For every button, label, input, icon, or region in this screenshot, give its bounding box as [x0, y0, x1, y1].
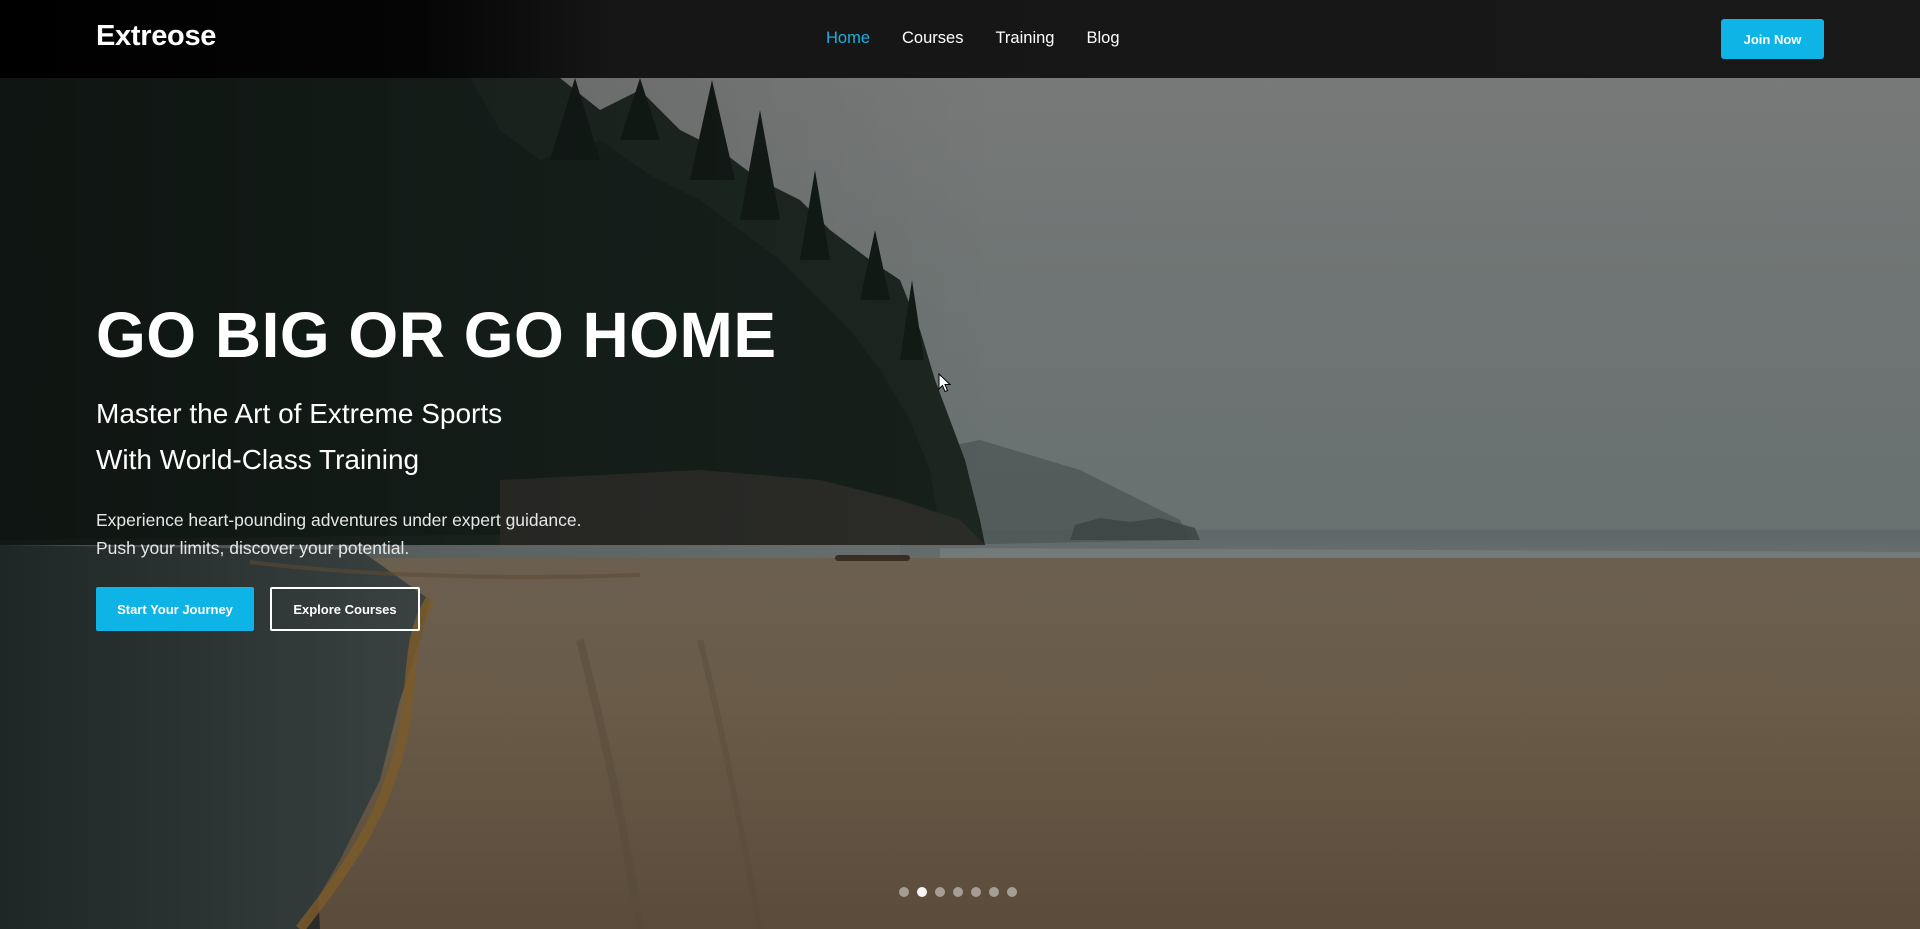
slider-dots	[899, 887, 1017, 897]
nav-training[interactable]: Training	[995, 29, 1054, 48]
nav-home[interactable]: Home	[826, 29, 870, 48]
hero-description-line-2: Push your limits, discover your potentia…	[96, 538, 410, 558]
main-nav: Home Courses Training Blog	[826, 29, 1152, 48]
hero-subtitle: Master the Art of Extreme Sports With Wo…	[96, 391, 777, 483]
hero-description: Experience heart-pounding adventures und…	[96, 506, 777, 562]
site-header: Extreose Home Courses Training Blog Join…	[0, 0, 1920, 78]
site-logo[interactable]: Extreose	[96, 20, 216, 53]
hero-subtitle-line-2: With World-Class Training	[96, 444, 420, 475]
page: Extreose Home Courses Training Blog Join…	[0, 0, 1920, 929]
slider-dot[interactable]	[971, 887, 981, 897]
slider-dot[interactable]	[989, 887, 999, 897]
slider-dot[interactable]	[953, 887, 963, 897]
join-now-button[interactable]: Join Now	[1721, 19, 1824, 59]
nav-blog[interactable]: Blog	[1086, 29, 1119, 48]
explore-courses-button[interactable]: Explore Courses	[270, 587, 420, 631]
hero-actions: Start Your Journey Explore Courses	[96, 587, 420, 631]
nav-courses[interactable]: Courses	[902, 29, 963, 48]
slider-dot[interactable]	[935, 887, 945, 897]
hero-subtitle-line-1: Master the Art of Extreme Sports	[96, 398, 503, 429]
slider-dot[interactable]	[1007, 887, 1017, 897]
start-journey-button[interactable]: Start Your Journey	[96, 587, 254, 631]
hero-description-line-1: Experience heart-pounding adventures und…	[96, 510, 582, 530]
slider-dot[interactable]	[899, 887, 909, 897]
hero-content: GO BIG OR GO HOME Master the Art of Extr…	[96, 298, 777, 562]
slider-dot[interactable]	[917, 887, 927, 897]
mouse-pointer-icon	[938, 372, 952, 398]
hero-title: GO BIG OR GO HOME	[96, 299, 777, 371]
